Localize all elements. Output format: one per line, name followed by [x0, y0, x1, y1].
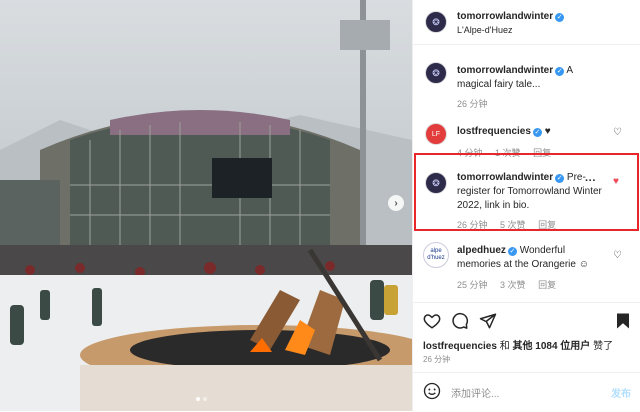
liked-heart-icon[interactable]: ♥	[613, 176, 619, 187]
comment-body: ♥	[544, 126, 551, 137]
comment-username[interactable]: alpedhuez	[457, 245, 506, 256]
more-options-icon[interactable]: ···	[585, 175, 596, 187]
comment-text: tomorrowlandwinter ✓ A magical fairy tale…	[457, 64, 607, 92]
verified-badge-icon: ✓	[532, 128, 542, 137]
avatar[interactable]: ❂	[425, 11, 447, 33]
comment-input[interactable]: 添加评论...	[451, 385, 499, 400]
verified-badge-icon: ✓	[555, 67, 565, 76]
verified-badge-icon: ✓	[555, 13, 565, 22]
likes-joiner: 和	[499, 341, 510, 352]
comment-meta: 26 分钟 5 次赞 回复	[457, 218, 566, 231]
post-side-panel: ❂ tomorrowlandwinter ✓ L'Alpe-d'Huez ❂ to…	[412, 0, 640, 411]
likes-summary: lostfrequencies 和 其他 1084 位用户 赞了	[423, 337, 613, 352]
reply-button[interactable]: 回复	[538, 220, 556, 230]
comment-time[interactable]: 26 分钟	[457, 220, 488, 230]
comment-meta: 26 分钟	[457, 97, 498, 110]
other-likers-link[interactable]: 其他 1084 位用户	[512, 341, 590, 352]
avatar[interactable]: LF	[425, 123, 447, 145]
comment-time[interactable]: 25 分钟	[457, 280, 488, 290]
avatar[interactable]: ❂	[425, 62, 447, 84]
tomorrowland-logo-icon: ❂	[432, 177, 440, 188]
comment-likes[interactable]: 3 次赞	[500, 280, 526, 290]
like-comment-heart-icon[interactable]: ♡	[613, 127, 622, 138]
carousel-dot	[203, 397, 207, 401]
verified-badge-icon: ✓	[555, 174, 565, 183]
post-author[interactable]: tomorrowlandwinter	[457, 11, 553, 22]
avatar[interactable]: alpe d'huez	[423, 242, 449, 268]
emoji-smiley-icon[interactable]	[423, 382, 441, 400]
chevron-right-icon: ›	[394, 197, 398, 209]
carousel-dots	[196, 397, 207, 401]
comment-username[interactable]: lostfrequencies	[457, 126, 531, 137]
next-image-arrow[interactable]: ›	[388, 195, 404, 211]
likes-suffix: 赞了	[593, 341, 614, 352]
comment-username[interactable]: tomorrowlandwinter	[457, 65, 553, 76]
comment-meta: 25 分钟 3 次赞 回复	[457, 278, 566, 291]
post-comment-button[interactable]: 发布	[611, 385, 631, 400]
tomorrowland-logo-icon: ❂	[432, 67, 440, 78]
like-heart-icon[interactable]	[423, 312, 441, 330]
avatar-initials: LF	[431, 130, 441, 138]
carousel-dot	[196, 397, 200, 401]
comment-text: lostfrequencies ✓ ♥	[457, 125, 607, 139]
post-location[interactable]: L'Alpe-d'Huez	[457, 25, 512, 35]
comment-username[interactable]: tomorrowlandwinter	[457, 172, 553, 183]
post-timestamp[interactable]: 26 分钟	[423, 354, 450, 365]
bookmark-icon[interactable]	[615, 312, 631, 330]
comment-text: alpedhuez ✓ Wonderful memories at the Ora…	[457, 244, 607, 272]
post-header: ❂ tomorrowlandwinter ✓ L'Alpe-d'Huez	[413, 0, 640, 45]
post-photo[interactable]: ›	[0, 0, 412, 411]
like-comment-heart-icon[interactable]: ♡	[613, 250, 622, 261]
alpe-dhuez-logo-icon: alpe d'huez	[427, 248, 445, 261]
reply-button[interactable]: 回复	[538, 280, 556, 290]
liker-username[interactable]: lostfrequencies	[423, 341, 497, 352]
photo-illustration	[0, 0, 412, 411]
avatar[interactable]: ❂	[425, 172, 447, 194]
comment-time[interactable]: 26 分钟	[457, 99, 488, 109]
tomorrowland-logo-icon: ❂	[432, 16, 440, 27]
verified-badge-icon: ✓	[507, 247, 517, 256]
comment-bubble-icon[interactable]	[451, 312, 469, 330]
comment-likes[interactable]: 5 次赞	[500, 220, 526, 230]
add-comment-bar: 添加评论... 发布	[413, 372, 640, 412]
share-paper-plane-icon[interactable]	[479, 312, 497, 330]
